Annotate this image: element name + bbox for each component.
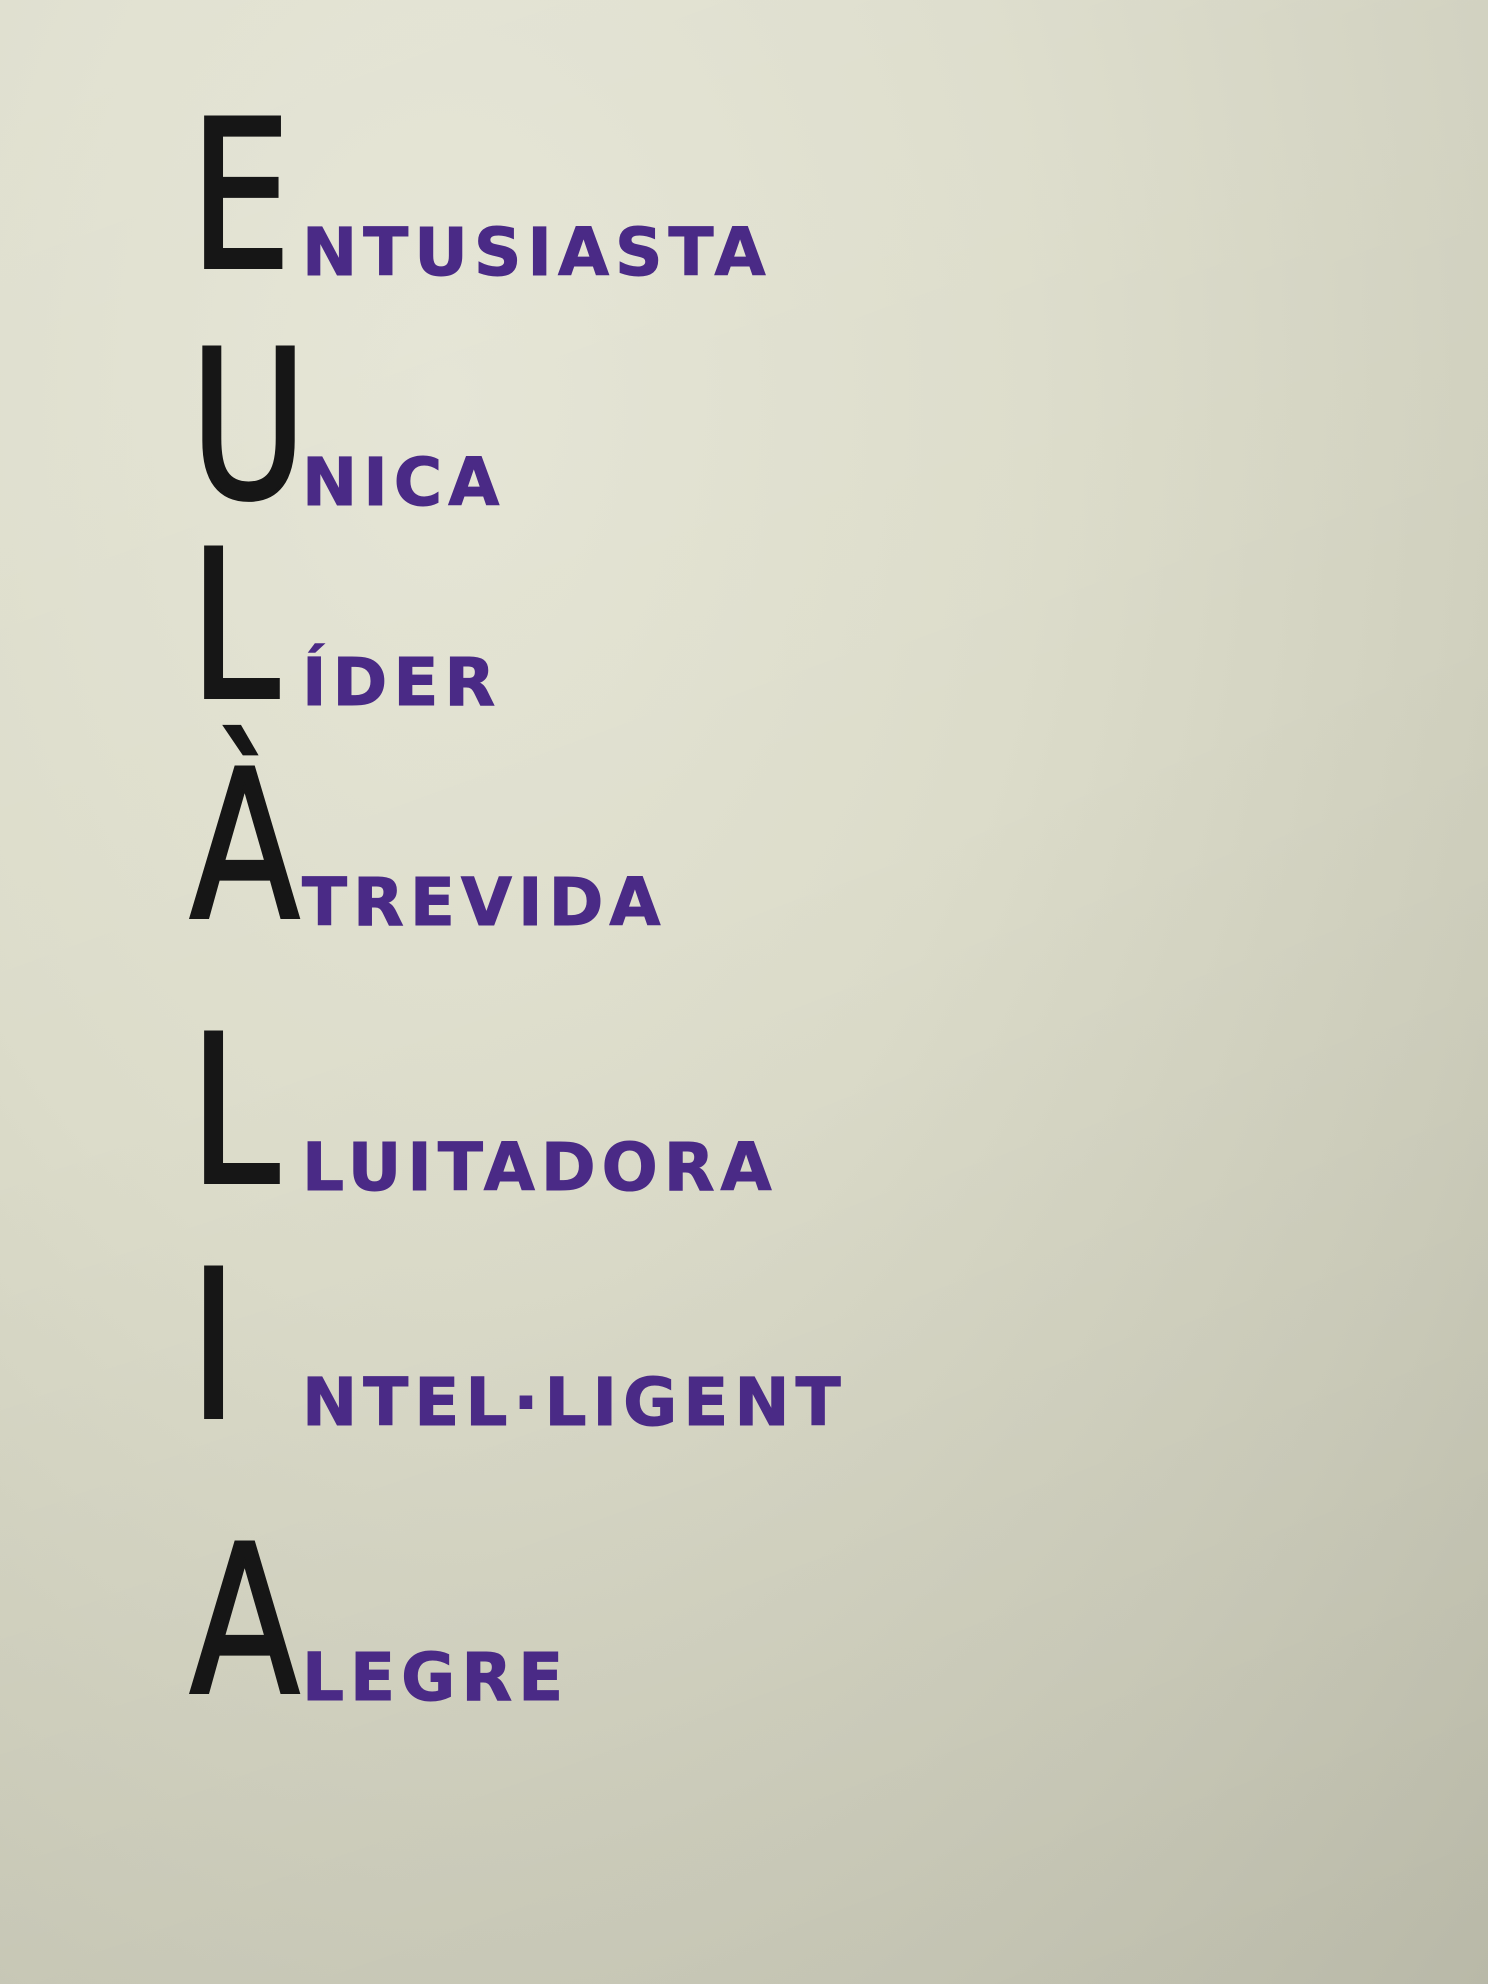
initial-letter: E — [188, 78, 292, 316]
word-remainder: LUITADORA — [302, 1129, 778, 1206]
acrostic-line-intelligent: I NTEL·LIGENT — [188, 1228, 847, 1466]
acrostic-line-lider: L ÍDER — [188, 508, 502, 746]
initial-letter: À — [188, 728, 301, 966]
acrostic-poem: E NTUSIASTA U NICA L ÍDER À TREVIDA L LU… — [188, 0, 1390, 1984]
word-remainder: TREVIDA — [301, 864, 667, 941]
word-remainder: LEGRE — [301, 1639, 570, 1716]
word-remainder: NTUSIASTA — [302, 214, 772, 291]
acrostic-line-entusiasta: E NTUSIASTA — [188, 78, 772, 316]
initial-letter: L — [188, 508, 280, 746]
word-remainder: ÍDER — [301, 644, 502, 721]
initial-letter: U — [188, 308, 308, 546]
initial-letter: L — [188, 993, 280, 1231]
initial-letter: A — [188, 1503, 301, 1741]
word-remainder: NTEL·LIGENT — [302, 1364, 847, 1441]
initial-letter: I — [188, 1228, 238, 1466]
acrostic-line-alegre: A LEGRE — [188, 1503, 570, 1741]
acrostic-line-unica: U NICA — [188, 308, 506, 546]
word-remainder: NICA — [301, 444, 506, 521]
acrostic-line-lluitadora: L LUITADORA — [188, 993, 778, 1231]
acrostic-line-atrevida: À TREVIDA — [188, 728, 667, 966]
